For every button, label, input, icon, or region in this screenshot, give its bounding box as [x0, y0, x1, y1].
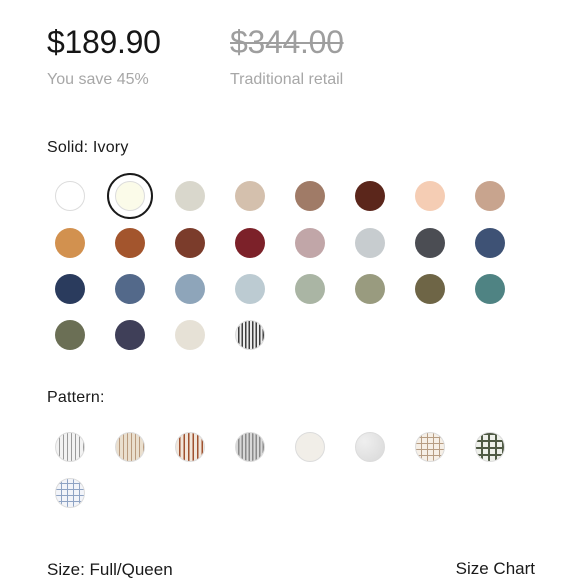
original-price-label: Traditional retail — [230, 71, 344, 88]
original-price: $344.00 — [230, 24, 344, 60]
size-label: Size: Full/Queen — [47, 560, 173, 579]
solid-swatch-4[interactable] — [235, 181, 265, 211]
solid-swatch-11[interactable] — [175, 228, 205, 258]
size-chart-link[interactable]: Size Chart — [456, 559, 535, 579]
solid-swatch-6[interactable] — [355, 181, 385, 211]
solid-swatch-17[interactable] — [55, 274, 85, 304]
pattern-swatch-7[interactable] — [415, 432, 445, 462]
solid-swatch-7[interactable] — [415, 181, 445, 211]
solid-swatch-23[interactable] — [415, 274, 445, 304]
solid-swatch-9[interactable] — [55, 228, 85, 258]
solid-swatch-16[interactable] — [475, 228, 505, 258]
solid-swatch-22[interactable] — [355, 274, 385, 304]
solid-swatch-28[interactable] — [235, 320, 265, 350]
pattern-swatch-6[interactable] — [355, 432, 385, 462]
solid-swatch-2[interactable] — [115, 181, 145, 211]
price: $189.90 — [47, 24, 161, 60]
solid-swatch-25[interactable] — [55, 320, 85, 350]
solid-swatch-27[interactable] — [175, 320, 205, 350]
solid-swatch-18[interactable] — [115, 274, 145, 304]
solid-swatch-14[interactable] — [355, 228, 385, 258]
solid-color-label: Solid: Ivory — [47, 139, 129, 156]
pattern-swatch-3[interactable] — [175, 432, 205, 462]
solid-swatch-21[interactable] — [295, 274, 325, 304]
solid-swatch-24[interactable] — [475, 274, 505, 304]
savings-text: You save 45% — [47, 71, 149, 88]
solid-swatch-5[interactable] — [295, 181, 325, 211]
pattern-swatch-5[interactable] — [295, 432, 325, 462]
solid-swatch-12[interactable] — [235, 228, 265, 258]
pattern-swatch-8[interactable] — [475, 432, 505, 462]
pattern-swatch-4[interactable] — [235, 432, 265, 462]
solid-swatch-13[interactable] — [295, 228, 325, 258]
solid-swatch-26[interactable] — [115, 320, 145, 350]
solid-swatch-1[interactable] — [55, 181, 85, 211]
solid-swatch-19[interactable] — [175, 274, 205, 304]
solid-swatch-10[interactable] — [115, 228, 145, 258]
pattern-swatch-1[interactable] — [55, 432, 85, 462]
solid-swatch-15[interactable] — [415, 228, 445, 258]
pattern-swatch-2[interactable] — [115, 432, 145, 462]
solid-swatch-3[interactable] — [175, 181, 205, 211]
solid-swatch-8[interactable] — [475, 181, 505, 211]
solid-swatch-20[interactable] — [235, 274, 265, 304]
pattern-swatch-9[interactable] — [55, 478, 85, 508]
pattern-label: Pattern: — [47, 389, 105, 406]
